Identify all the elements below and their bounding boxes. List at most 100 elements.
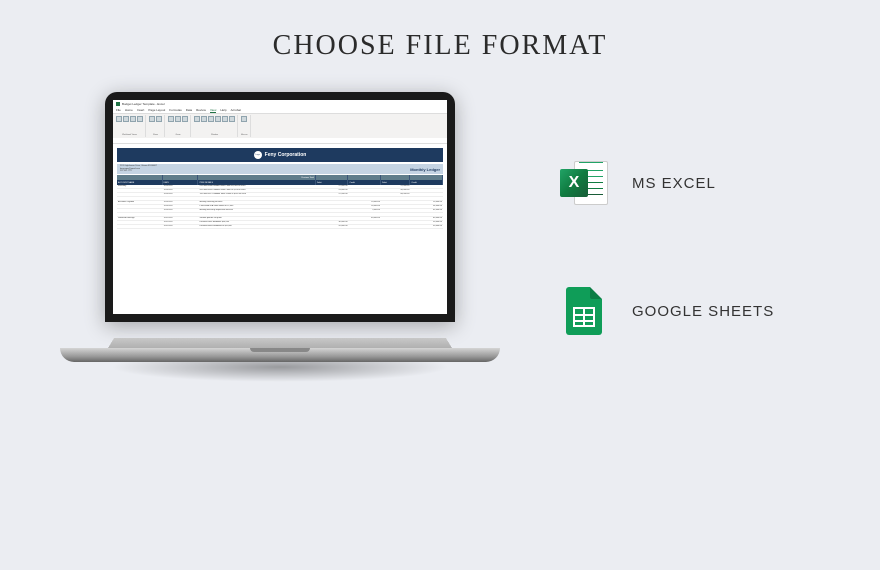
table-cell: [348, 193, 381, 196]
table-cell: [410, 189, 443, 192]
table-cell: 24,000.00: [316, 189, 349, 192]
table-cell: Monthly electricity inspection services: [198, 209, 315, 212]
ribbon-group: Workbook Views: [114, 115, 146, 137]
ribbon-button[interactable]: [229, 116, 235, 122]
table-cell: [316, 201, 349, 204]
ribbon-button[interactable]: [208, 116, 214, 122]
company-name: Feny Corporation: [265, 152, 307, 158]
table-cell: [381, 205, 410, 208]
table-cell: [410, 185, 443, 188]
table-cell: 20,000.00: [316, 225, 349, 228]
table-cell: [381, 201, 410, 204]
ribbon-button[interactable]: [123, 116, 129, 122]
ribbon-tab[interactable]: Page Layout: [148, 108, 165, 113]
ribbon-button[interactable]: [222, 116, 228, 122]
table-cell: [348, 189, 381, 192]
table-cell: 1/31/2020: [163, 225, 199, 228]
ribbon-tab[interactable]: Review: [196, 108, 206, 113]
table-cell: [117, 225, 163, 228]
ribbon-button[interactable]: [116, 116, 122, 122]
table-cell: [117, 221, 163, 224]
table-cell: 22,000.00: [381, 185, 410, 188]
ribbon-tab[interactable]: Formulas: [169, 108, 182, 113]
ribbon-group: Window: [192, 115, 238, 137]
company-contact: 2120 Lighthouse Drive, Ottawa KS 66067 f…: [120, 165, 157, 173]
table-cell: [348, 213, 381, 216]
ribbon-button[interactable]: [149, 116, 155, 122]
table-cell: Retained Earnings: [117, 217, 163, 220]
table-cell: [163, 197, 199, 200]
table-cell: [348, 221, 381, 224]
table-cell: Inventory: [117, 185, 163, 188]
table-cell: [381, 217, 410, 220]
company-banner: Logo Feny Corporation: [117, 148, 443, 162]
table-cell: 22,000.00: [316, 185, 349, 188]
google-sheets-icon: [560, 287, 608, 335]
ribbon-button[interactable]: [201, 116, 207, 122]
ribbon-tab[interactable]: Home: [125, 108, 133, 113]
table-cell: 80,000.00: [410, 217, 443, 220]
ribbon-tab[interactable]: Insert: [137, 108, 145, 113]
ribbon-tab[interactable]: Acrobat: [231, 108, 241, 113]
ribbon-button[interactable]: [182, 116, 188, 122]
table-cell: 5,000.00: [348, 209, 381, 212]
ribbon-button[interactable]: [194, 116, 200, 122]
table-cell: [381, 197, 410, 200]
table-cell: [117, 209, 163, 212]
format-options: X MS EXCEL GOOGLE SHEETS: [560, 159, 774, 335]
table-cell: 80,000.00: [348, 217, 381, 220]
ribbon-tab[interactable]: View: [210, 108, 216, 113]
table-cell: [316, 213, 349, 216]
format-option-sheets[interactable]: GOOGLE SHEETS: [560, 287, 774, 335]
table-cell: [316, 205, 349, 208]
table-cell: 20,000.00: [348, 201, 381, 204]
ribbon-tab[interactable]: Help: [220, 108, 226, 113]
ribbon-button[interactable]: [137, 116, 143, 122]
table-cell: 1/20/2020: [163, 201, 199, 204]
table-cell: 50,000.00: [410, 221, 443, 224]
ribbon: Workbook ViewsShowZoomWindowMacros: [113, 114, 447, 138]
ribbon-button[interactable]: [175, 116, 181, 122]
excel-logo-icon: [116, 102, 120, 106]
table-cell: 1/31/2020: [163, 217, 199, 220]
ribbon-button[interactable]: [168, 116, 174, 122]
table-cell: Declared stock dividends at $20,000: [198, 225, 315, 228]
table-cell: [198, 197, 315, 200]
table-cell: [381, 225, 410, 228]
table-cell: [410, 193, 443, 196]
table-cell: [348, 197, 381, 200]
table-cell: [117, 193, 163, 196]
table-cell: [117, 189, 163, 192]
table-cell: 46,000.00: [381, 189, 410, 192]
ribbon-tab[interactable]: Data: [186, 108, 192, 113]
table-cell: 38,000.00: [410, 205, 443, 208]
table-cell: [381, 221, 410, 224]
table-cell: [198, 213, 315, 216]
table-cell: 20,000.00: [410, 201, 443, 204]
table-cell: 22,500.00: [316, 193, 349, 196]
excel-screen: Budget Ledger Template - Excel File Home I…: [113, 100, 447, 314]
ribbon-button[interactable]: [156, 116, 162, 122]
table-cell: Declared cash dividends $30,000: [198, 221, 315, 224]
table-cell: [410, 213, 443, 216]
table-cell: 18,000.00: [348, 205, 381, 208]
table-cell: 200 units M-B Portable Solar Panel at $1…: [198, 189, 315, 192]
table-cell: 68,500.00: [381, 193, 410, 196]
ribbon-button[interactable]: [215, 116, 221, 122]
format-option-excel[interactable]: X MS EXCEL: [560, 159, 774, 207]
company-logo-icon: Logo: [254, 151, 262, 159]
ribbon-button[interactable]: [241, 116, 247, 122]
excel-titlebar: Budget Ledger Template - Excel: [113, 100, 447, 108]
table-cell: 1/20/2020: [163, 189, 199, 192]
format-label-sheets: GOOGLE SHEETS: [632, 303, 774, 320]
table-cell: Accounts Payable: [117, 201, 163, 204]
ribbon-group: Macros: [239, 115, 251, 137]
ribbon-button[interactable]: [130, 116, 136, 122]
laptop-mockup: Budget Ledger Template - Excel File Home I…: [60, 92, 500, 392]
table-cell: 1/20/2020: [163, 205, 199, 208]
table-cell: Second quarter net profit: [198, 217, 315, 220]
ms-excel-icon: X: [560, 159, 608, 207]
ledger-title: Monthly Ledger: [410, 167, 440, 172]
ribbon-tab[interactable]: File: [116, 108, 121, 113]
table-cell: 1/20/2020: [163, 193, 199, 196]
